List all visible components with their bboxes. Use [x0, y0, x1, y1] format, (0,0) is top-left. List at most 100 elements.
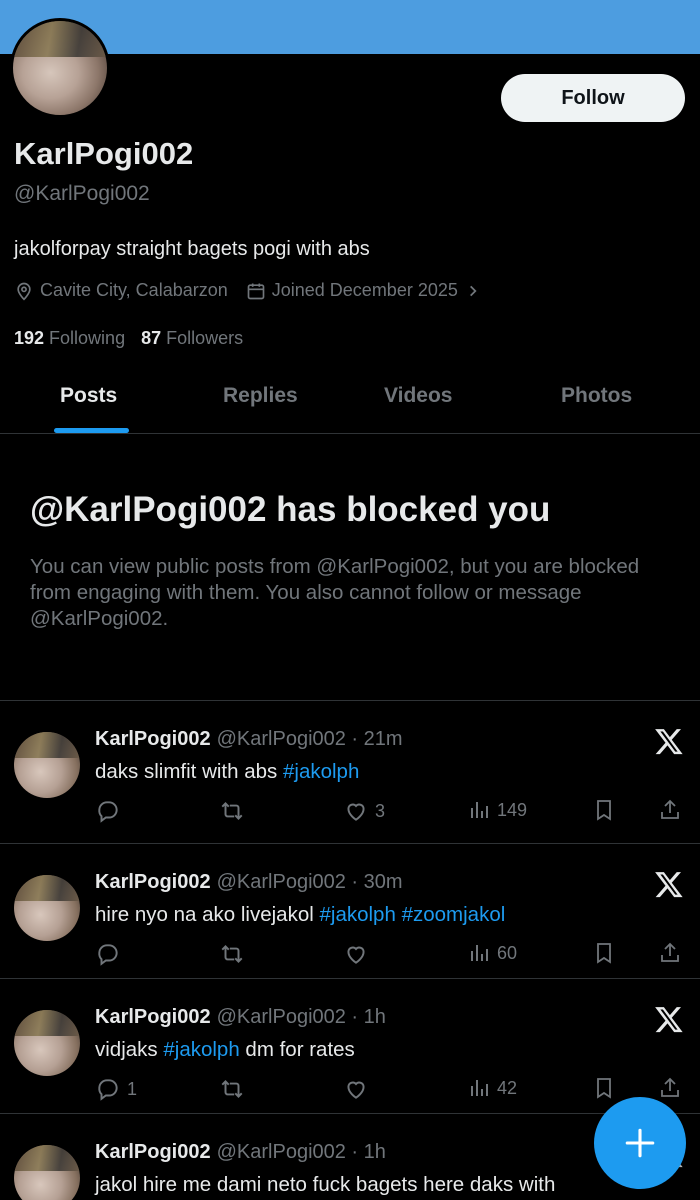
share-button[interactable] [658, 1076, 682, 1100]
post-text: hire nyo na ako livejakol #jakolph #zoom… [95, 903, 505, 927]
post-item[interactable]: KarlPogi002 @KarlPogi002 · 1h jakol hire m… [0, 1115, 700, 1200]
x-logo-icon[interactable] [654, 1004, 684, 1034]
hashtag-link[interactable]: #jakolph [283, 760, 359, 783]
post-avatar[interactable] [14, 875, 80, 941]
repost-button[interactable] [218, 798, 252, 824]
post-item[interactable]: KarlPogi002 @KarlPogi002 · 21m daks slimfi… [0, 702, 700, 837]
like-button[interactable] [343, 941, 375, 967]
post-text-segment: hire nyo na ako livejakol [95, 903, 320, 926]
following-count: 192 [14, 328, 45, 348]
post-actions: 3 149 [95, 798, 685, 828]
profile-avatar[interactable] [10, 18, 110, 118]
repost-icon [221, 945, 243, 963]
heart-icon [347, 803, 365, 821]
hashtag-link[interactable]: #jakolph [163, 1038, 239, 1061]
post-item[interactable]: KarlPogi002 @KarlPogi002 · 30m hire nyo na… [0, 845, 700, 980]
profile-bio: jakolforpay straight bagets pogi with ab… [14, 238, 370, 260]
post-item[interactable]: KarlPogi002 @KarlPogi002 · 1h vidjaks #jak… [0, 980, 700, 1115]
profile-name: KarlPogi002 [14, 136, 194, 171]
share-button[interactable] [658, 941, 682, 965]
post-author-name[interactable]: KarlPogi002 [95, 1141, 211, 1163]
like-button[interactable] [343, 1076, 375, 1102]
chevron-right-icon [469, 285, 477, 296]
views-count: 42 [497, 1077, 518, 1098]
post-avatar[interactable] [14, 1145, 80, 1200]
location-item: Cavite City, Calabarzon [14, 280, 228, 301]
profile-handle: @KarlPogi002 [14, 182, 150, 205]
bookmark-button[interactable] [592, 798, 616, 822]
post-actions: 1 42 [95, 1076, 685, 1106]
post-avatar[interactable] [14, 732, 80, 798]
followers-link[interactable]: 87 Followers [141, 328, 243, 349]
joined-item[interactable]: Joined December 2025 [246, 280, 486, 301]
views-button[interactable]: 60 [467, 941, 517, 965]
tab-photos[interactable]: Photos [561, 384, 632, 408]
post-author-name[interactable]: KarlPogi002 [95, 728, 211, 750]
tab-videos[interactable]: Videos [384, 384, 452, 408]
repost-icon [221, 1080, 243, 1098]
views-icon [471, 1080, 488, 1096]
compose-button[interactable] [594, 1097, 686, 1189]
post-header: KarlPogi002 @KarlPogi002 · 1h [95, 1006, 386, 1029]
share-icon [661, 1077, 679, 1097]
blocked-title: @KarlPogi002 has blocked you [30, 490, 551, 529]
post-text: daks slimfit with abs #jakolph [95, 760, 359, 784]
post-text: vidjaks #jakolph dm for rates [95, 1038, 355, 1062]
x-logo-icon[interactable] [654, 869, 684, 899]
post-handle-time: @KarlPogi002 · 30m [216, 871, 403, 893]
followers-count: 87 [141, 328, 162, 348]
share-button[interactable] [658, 798, 682, 822]
reply-button[interactable]: 1 [95, 1076, 137, 1102]
reply-button[interactable] [95, 941, 127, 967]
repost-button[interactable] [218, 941, 252, 967]
post-divider [0, 978, 700, 979]
hashtag-link[interactable]: #jakolph [320, 903, 396, 926]
post-handle-time: @KarlPogi002 · 1h [216, 1141, 386, 1163]
tab-posts[interactable]: Posts [60, 384, 117, 408]
post-text-segment: daks slimfit with abs [95, 760, 283, 783]
views-icon [471, 802, 488, 818]
post-handle-time: @KarlPogi002 · 21m [216, 728, 403, 750]
views-button[interactable]: 42 [467, 1076, 517, 1100]
reply-button[interactable] [95, 798, 127, 824]
blocked-description: You can view public posts from @KarlPogi… [30, 555, 640, 630]
post-header: KarlPogi002 @KarlPogi002 · 21m [95, 728, 403, 751]
reply-icon [98, 944, 118, 966]
reply-icon [98, 801, 118, 823]
post-divider [0, 843, 700, 844]
x-logo-icon[interactable] [654, 726, 684, 756]
post-avatar[interactable] [14, 1010, 80, 1076]
post-author-name[interactable]: KarlPogi002 [95, 871, 211, 893]
bookmark-button[interactable] [592, 1076, 616, 1100]
post-text-segment: vidjaks [95, 1038, 164, 1061]
profile-tabs: Posts Replies Videos Photos [0, 366, 700, 434]
bookmark-button[interactable] [592, 941, 616, 965]
share-icon [661, 942, 679, 962]
post-header: KarlPogi002 @KarlPogi002 · 1h [95, 1141, 386, 1164]
repost-icon [221, 802, 243, 820]
reply-count: 1 [127, 1078, 138, 1099]
bookmark-icon [597, 1078, 611, 1099]
follow-button[interactable]: Follow [501, 74, 685, 122]
active-tab-indicator [54, 428, 129, 433]
views-button[interactable]: 149 [467, 798, 527, 822]
post-text: jakol hire me dami neto fuck bagets here… [95, 1173, 555, 1197]
post-divider [0, 1113, 700, 1114]
like-button[interactable]: 3 [343, 798, 385, 824]
heart-icon [347, 1081, 365, 1099]
heart-icon [347, 946, 365, 964]
following-label: Following [49, 328, 126, 348]
tab-replies[interactable]: Replies [223, 384, 298, 408]
followers-label: Followers [166, 328, 244, 348]
views-count: 149 [497, 799, 528, 820]
post-author-name[interactable]: KarlPogi002 [95, 1006, 211, 1028]
profile-meta: Cavite City, Calabarzon Joined December … [14, 280, 504, 301]
post-header: KarlPogi002 @KarlPogi002 · 30m [95, 871, 403, 894]
follow-counts: 192 Following 87 Followers [14, 328, 259, 349]
views-count: 60 [497, 942, 518, 963]
post-actions: 60 [95, 941, 685, 971]
following-link[interactable]: 192 Following [14, 328, 125, 349]
repost-button[interactable] [218, 1076, 252, 1102]
hashtag-link[interactable]: #zoomjakol [402, 903, 506, 926]
calendar-icon [247, 283, 265, 299]
